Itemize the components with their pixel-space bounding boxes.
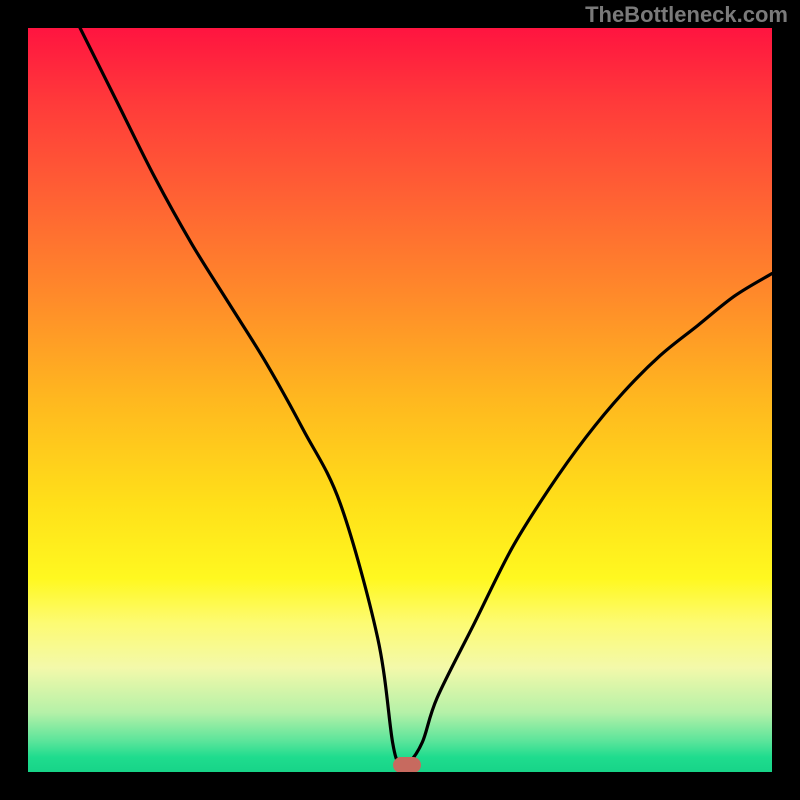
watermark-text: TheBottleneck.com [585, 2, 788, 28]
chart-frame: TheBottleneck.com [0, 0, 800, 800]
optimal-marker [393, 757, 421, 772]
plot-area [28, 28, 772, 772]
bottleneck-curve [28, 28, 772, 772]
